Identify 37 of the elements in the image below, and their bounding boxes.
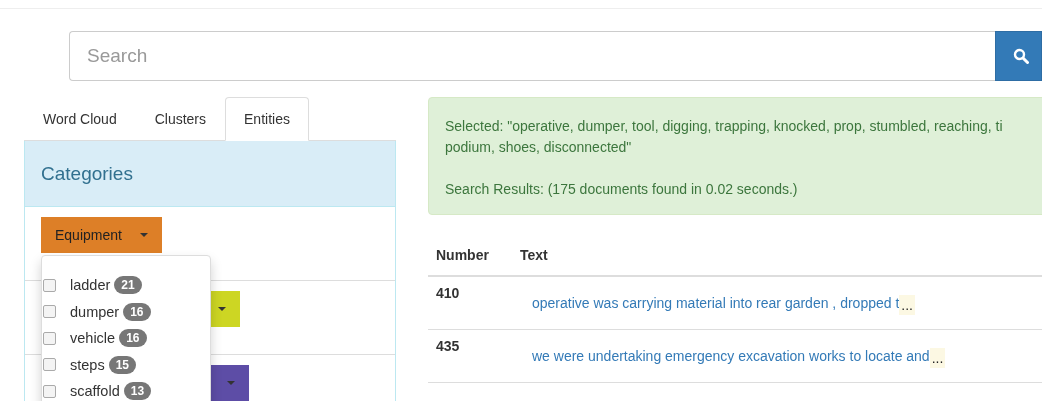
checkbox[interactable]: [43, 305, 56, 319]
checkbox[interactable]: [43, 384, 56, 398]
selected-terms-text: Selected: "operative, dumper, tool, digging, trapping, knocked, prop, stumbled, reaching, ti: [445, 117, 1004, 136]
caret-icon: [227, 381, 235, 385]
table-cell: 410: [428, 276, 512, 330]
column-header: Text: [512, 239, 1042, 276]
tab[interactable]: Word Cloud: [24, 97, 136, 141]
document-link[interactable]: we were undertaking emergency excavation works to locate and: [532, 348, 930, 368]
item-label[interactable]: vehicle: [70, 330, 116, 347]
count-badge: 15: [108, 355, 137, 374]
count-badge: 16: [123, 302, 151, 321]
caret-icon: [139, 233, 148, 237]
item-label[interactable]: steps: [70, 356, 105, 373]
column-header: Number: [428, 239, 512, 276]
caret-icon: [218, 307, 226, 311]
count-badge: 21: [114, 276, 142, 295]
checkbox[interactable]: [43, 331, 56, 345]
search-field[interactable]: Search: [69, 31, 995, 81]
ellipsis-text[interactable]: ...: [899, 295, 915, 315]
tab[interactable]: Clusters: [135, 97, 226, 141]
tab[interactable]: Entities: [225, 97, 309, 141]
item-label[interactable]: ladder: [70, 277, 111, 294]
checkbox[interactable]: [43, 278, 56, 292]
item-label[interactable]: dumper: [70, 303, 120, 320]
checkbox[interactable]: [43, 358, 56, 372]
ellipsis-text[interactable]: ...: [929, 348, 946, 368]
selected-terms-text: podium, shoes, disconnected": [445, 138, 633, 157]
search-icon: [1013, 48, 1029, 64]
count-badge: 16: [119, 329, 147, 348]
results-summary: Search Results: (175 documents found in 0.02 seconds.): [445, 180, 799, 199]
panel-title: Categories: [41, 162, 133, 185]
table-cell: 435: [428, 329, 512, 383]
item-label[interactable]: scaffold: [70, 383, 120, 400]
category-dropdown-button[interactable]: Equipment: [41, 217, 162, 253]
document-link[interactable]: operative was carrying material into rear garden , dropped t: [532, 295, 900, 315]
search-button[interactable]: [995, 31, 1042, 81]
count-badge: 13: [123, 382, 152, 401]
